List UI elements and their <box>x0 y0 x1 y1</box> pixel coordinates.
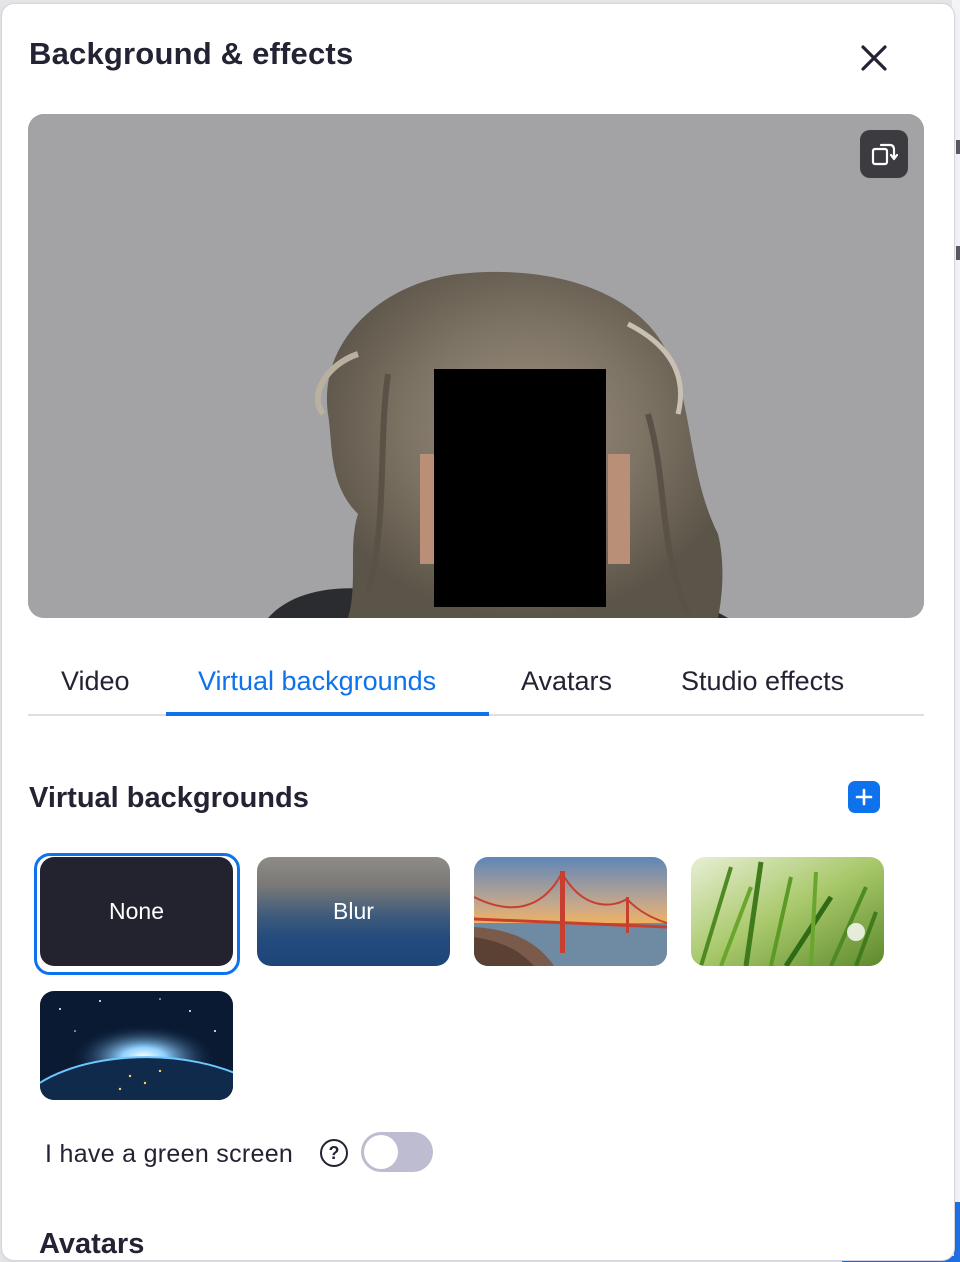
dialog-title: Background & effects <box>29 36 354 71</box>
tab-virtual-backgrounds[interactable]: Virtual backgrounds <box>198 666 436 697</box>
grass-image <box>691 857 884 966</box>
background-tile-earth-from-space[interactable] <box>40 991 233 1100</box>
question-icon[interactable]: ? <box>320 1139 348 1167</box>
toggle-knob <box>364 1135 398 1169</box>
tab-bar: Video Virtual backgrounds Avatars Studio… <box>28 656 924 716</box>
virtual-backgrounds-heading: Virtual backgrounds <box>29 782 309 814</box>
tab-studio-effects[interactable]: Studio effects <box>681 666 844 697</box>
avatars-heading: Avatars <box>39 1228 145 1260</box>
tile-label: None <box>109 898 164 924</box>
background-edge-mark <box>956 246 960 260</box>
add-background-button[interactable] <box>848 781 880 813</box>
rotate-camera-button[interactable] <box>860 130 908 178</box>
background-edge-mark <box>956 140 960 154</box>
green-screen-label: I have a green screen <box>45 1140 294 1168</box>
golden-gate-bridge-image <box>474 857 667 966</box>
plus-icon <box>855 788 873 806</box>
close-icon <box>861 45 887 71</box>
background-tile-blur[interactable]: Blur <box>257 857 450 966</box>
camera-preview <box>28 114 924 618</box>
tab-avatars[interactable]: Avatars <box>521 666 612 697</box>
tile-label: Blur <box>333 898 374 924</box>
close-button[interactable] <box>854 38 894 78</box>
camera-preview-image <box>28 114 924 618</box>
background-tile-golden-gate-bridge[interactable] <box>474 857 667 966</box>
background-edge-accent <box>954 1202 960 1262</box>
green-screen-toggle[interactable] <box>361 1132 433 1172</box>
background-tile-none[interactable]: None <box>40 857 233 966</box>
active-tab-indicator <box>166 712 489 716</box>
earth-from-space-image <box>40 991 233 1100</box>
background-effects-dialog: Background & effects Video Virtual backg… <box>2 4 954 1260</box>
rotate-camera-icon <box>871 143 898 166</box>
tab-video[interactable]: Video <box>61 666 130 697</box>
background-tile-grass[interactable] <box>691 857 884 966</box>
